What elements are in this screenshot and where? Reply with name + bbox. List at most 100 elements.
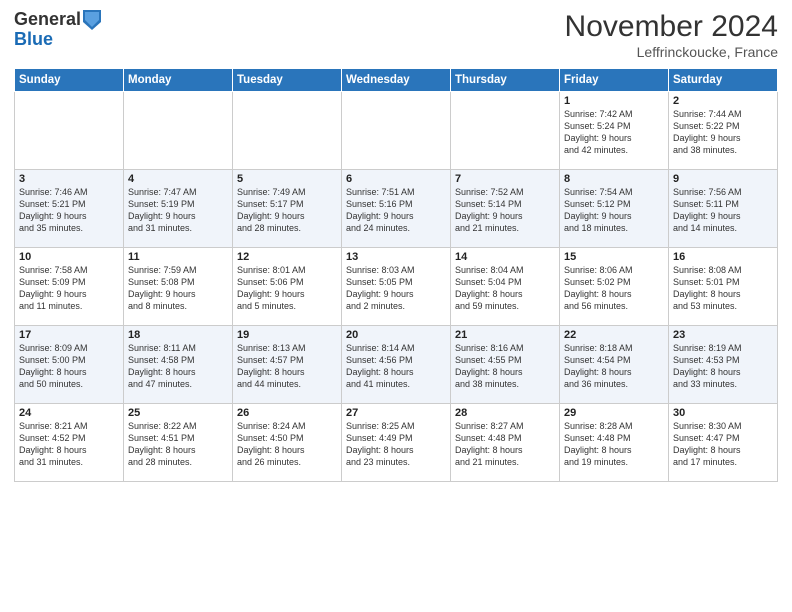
day-info: Sunrise: 8:11 AM Sunset: 4:58 PM Dayligh… bbox=[128, 342, 228, 391]
calendar: Sunday Monday Tuesday Wednesday Thursday… bbox=[14, 68, 778, 482]
day-info: Sunrise: 7:44 AM Sunset: 5:22 PM Dayligh… bbox=[673, 108, 773, 157]
logo-icon bbox=[83, 8, 101, 30]
day-cell: 13Sunrise: 8:03 AM Sunset: 5:05 PM Dayli… bbox=[342, 248, 451, 326]
week-row-1: 3Sunrise: 7:46 AM Sunset: 5:21 PM Daylig… bbox=[15, 170, 778, 248]
day-number: 7 bbox=[455, 173, 555, 185]
day-cell bbox=[124, 92, 233, 170]
day-cell: 29Sunrise: 8:28 AM Sunset: 4:48 PM Dayli… bbox=[560, 404, 669, 482]
col-sunday: Sunday bbox=[15, 69, 124, 92]
day-number: 6 bbox=[346, 173, 446, 185]
day-cell: 20Sunrise: 8:14 AM Sunset: 4:56 PM Dayli… bbox=[342, 326, 451, 404]
day-cell: 10Sunrise: 7:58 AM Sunset: 5:09 PM Dayli… bbox=[15, 248, 124, 326]
page: General Blue November 2024 Leffrinckouck… bbox=[0, 0, 792, 612]
day-info: Sunrise: 8:24 AM Sunset: 4:50 PM Dayligh… bbox=[237, 420, 337, 469]
day-number: 14 bbox=[455, 251, 555, 263]
day-info: Sunrise: 8:04 AM Sunset: 5:04 PM Dayligh… bbox=[455, 264, 555, 313]
day-cell: 8Sunrise: 7:54 AM Sunset: 5:12 PM Daylig… bbox=[560, 170, 669, 248]
day-cell: 6Sunrise: 7:51 AM Sunset: 5:16 PM Daylig… bbox=[342, 170, 451, 248]
day-number: 8 bbox=[564, 173, 664, 185]
day-cell: 2Sunrise: 7:44 AM Sunset: 5:22 PM Daylig… bbox=[669, 92, 778, 170]
day-info: Sunrise: 8:13 AM Sunset: 4:57 PM Dayligh… bbox=[237, 342, 337, 391]
day-number: 10 bbox=[19, 251, 119, 263]
month-title: November 2024 bbox=[565, 10, 778, 44]
day-cell: 30Sunrise: 8:30 AM Sunset: 4:47 PM Dayli… bbox=[669, 404, 778, 482]
day-info: Sunrise: 7:46 AM Sunset: 5:21 PM Dayligh… bbox=[19, 186, 119, 235]
logo-area: General Blue bbox=[14, 10, 101, 50]
day-info: Sunrise: 8:01 AM Sunset: 5:06 PM Dayligh… bbox=[237, 264, 337, 313]
day-number: 11 bbox=[128, 251, 228, 263]
title-area: November 2024 Leffrinckoucke, France bbox=[565, 10, 778, 60]
col-friday: Friday bbox=[560, 69, 669, 92]
day-cell: 12Sunrise: 8:01 AM Sunset: 5:06 PM Dayli… bbox=[233, 248, 342, 326]
day-info: Sunrise: 7:56 AM Sunset: 5:11 PM Dayligh… bbox=[673, 186, 773, 235]
day-info: Sunrise: 7:51 AM Sunset: 5:16 PM Dayligh… bbox=[346, 186, 446, 235]
day-cell: 1Sunrise: 7:42 AM Sunset: 5:24 PM Daylig… bbox=[560, 92, 669, 170]
day-cell bbox=[342, 92, 451, 170]
day-cell bbox=[15, 92, 124, 170]
day-number: 2 bbox=[673, 95, 773, 107]
header: General Blue November 2024 Leffrinckouck… bbox=[14, 10, 778, 60]
col-wednesday: Wednesday bbox=[342, 69, 451, 92]
day-number: 18 bbox=[128, 329, 228, 341]
day-info: Sunrise: 7:52 AM Sunset: 5:14 PM Dayligh… bbox=[455, 186, 555, 235]
day-number: 13 bbox=[346, 251, 446, 263]
logo-text: General Blue bbox=[14, 10, 101, 50]
day-number: 17 bbox=[19, 329, 119, 341]
day-info: Sunrise: 7:42 AM Sunset: 5:24 PM Dayligh… bbox=[564, 108, 664, 157]
day-info: Sunrise: 8:08 AM Sunset: 5:01 PM Dayligh… bbox=[673, 264, 773, 313]
day-number: 16 bbox=[673, 251, 773, 263]
day-info: Sunrise: 8:03 AM Sunset: 5:05 PM Dayligh… bbox=[346, 264, 446, 313]
day-info: Sunrise: 8:30 AM Sunset: 4:47 PM Dayligh… bbox=[673, 420, 773, 469]
day-cell bbox=[451, 92, 560, 170]
day-cell: 21Sunrise: 8:16 AM Sunset: 4:55 PM Dayli… bbox=[451, 326, 560, 404]
col-monday: Monday bbox=[124, 69, 233, 92]
day-cell: 4Sunrise: 7:47 AM Sunset: 5:19 PM Daylig… bbox=[124, 170, 233, 248]
day-cell: 11Sunrise: 7:59 AM Sunset: 5:08 PM Dayli… bbox=[124, 248, 233, 326]
day-number: 25 bbox=[128, 407, 228, 419]
day-info: Sunrise: 7:59 AM Sunset: 5:08 PM Dayligh… bbox=[128, 264, 228, 313]
day-cell: 19Sunrise: 8:13 AM Sunset: 4:57 PM Dayli… bbox=[233, 326, 342, 404]
day-number: 4 bbox=[128, 173, 228, 185]
day-info: Sunrise: 7:54 AM Sunset: 5:12 PM Dayligh… bbox=[564, 186, 664, 235]
day-cell: 3Sunrise: 7:46 AM Sunset: 5:21 PM Daylig… bbox=[15, 170, 124, 248]
day-cell: 23Sunrise: 8:19 AM Sunset: 4:53 PM Dayli… bbox=[669, 326, 778, 404]
day-cell: 28Sunrise: 8:27 AM Sunset: 4:48 PM Dayli… bbox=[451, 404, 560, 482]
day-number: 20 bbox=[346, 329, 446, 341]
day-number: 1 bbox=[564, 95, 664, 107]
day-info: Sunrise: 8:28 AM Sunset: 4:48 PM Dayligh… bbox=[564, 420, 664, 469]
day-cell: 22Sunrise: 8:18 AM Sunset: 4:54 PM Dayli… bbox=[560, 326, 669, 404]
col-tuesday: Tuesday bbox=[233, 69, 342, 92]
day-cell bbox=[233, 92, 342, 170]
day-cell: 26Sunrise: 8:24 AM Sunset: 4:50 PM Dayli… bbox=[233, 404, 342, 482]
day-info: Sunrise: 8:27 AM Sunset: 4:48 PM Dayligh… bbox=[455, 420, 555, 469]
day-number: 5 bbox=[237, 173, 337, 185]
day-cell: 9Sunrise: 7:56 AM Sunset: 5:11 PM Daylig… bbox=[669, 170, 778, 248]
day-cell: 7Sunrise: 7:52 AM Sunset: 5:14 PM Daylig… bbox=[451, 170, 560, 248]
day-info: Sunrise: 8:25 AM Sunset: 4:49 PM Dayligh… bbox=[346, 420, 446, 469]
col-thursday: Thursday bbox=[451, 69, 560, 92]
day-info: Sunrise: 8:06 AM Sunset: 5:02 PM Dayligh… bbox=[564, 264, 664, 313]
day-cell: 17Sunrise: 8:09 AM Sunset: 5:00 PM Dayli… bbox=[15, 326, 124, 404]
day-info: Sunrise: 8:16 AM Sunset: 4:55 PM Dayligh… bbox=[455, 342, 555, 391]
day-number: 27 bbox=[346, 407, 446, 419]
day-number: 24 bbox=[19, 407, 119, 419]
week-row-0: 1Sunrise: 7:42 AM Sunset: 5:24 PM Daylig… bbox=[15, 92, 778, 170]
location: Leffrinckoucke, France bbox=[565, 44, 778, 60]
day-info: Sunrise: 8:19 AM Sunset: 4:53 PM Dayligh… bbox=[673, 342, 773, 391]
logo-general: General bbox=[14, 10, 81, 30]
day-cell: 18Sunrise: 8:11 AM Sunset: 4:58 PM Dayli… bbox=[124, 326, 233, 404]
day-number: 19 bbox=[237, 329, 337, 341]
day-info: Sunrise: 7:58 AM Sunset: 5:09 PM Dayligh… bbox=[19, 264, 119, 313]
day-cell: 15Sunrise: 8:06 AM Sunset: 5:02 PM Dayli… bbox=[560, 248, 669, 326]
col-saturday: Saturday bbox=[669, 69, 778, 92]
week-row-4: 24Sunrise: 8:21 AM Sunset: 4:52 PM Dayli… bbox=[15, 404, 778, 482]
day-info: Sunrise: 8:14 AM Sunset: 4:56 PM Dayligh… bbox=[346, 342, 446, 391]
day-number: 22 bbox=[564, 329, 664, 341]
day-number: 30 bbox=[673, 407, 773, 419]
day-number: 29 bbox=[564, 407, 664, 419]
day-info: Sunrise: 8:09 AM Sunset: 5:00 PM Dayligh… bbox=[19, 342, 119, 391]
header-row: Sunday Monday Tuesday Wednesday Thursday… bbox=[15, 69, 778, 92]
logo-blue: Blue bbox=[14, 30, 101, 50]
day-cell: 27Sunrise: 8:25 AM Sunset: 4:49 PM Dayli… bbox=[342, 404, 451, 482]
day-number: 21 bbox=[455, 329, 555, 341]
